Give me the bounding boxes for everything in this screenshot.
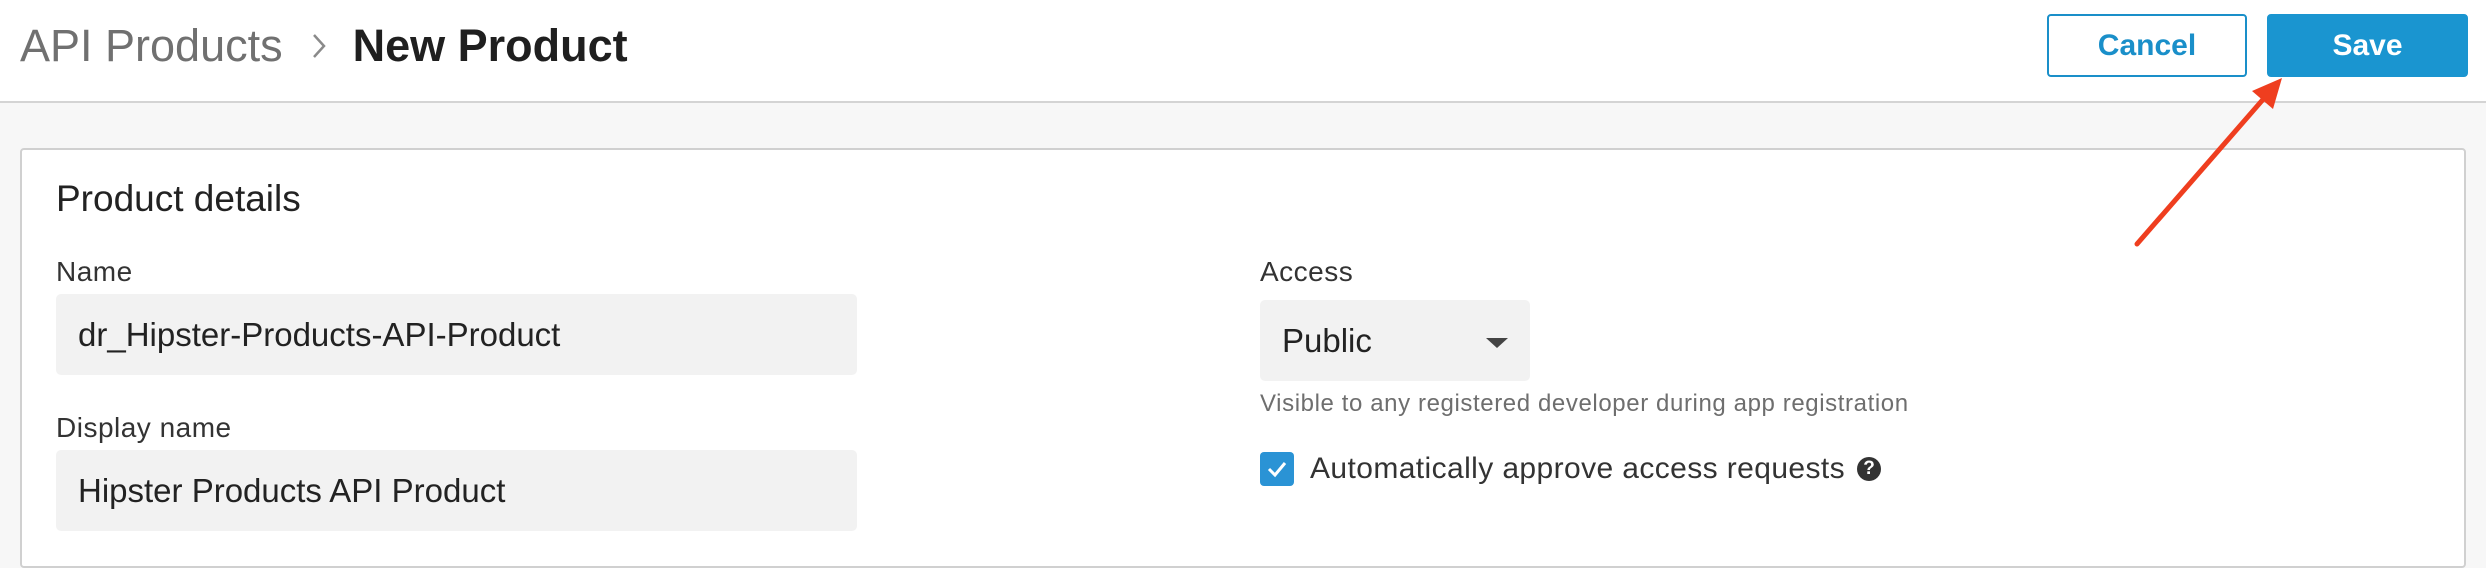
display-name-input[interactable]: Hipster Products API Product [56,450,857,531]
caret-down-icon [1486,338,1508,348]
page-header: API Products New Product Cancel Save [0,0,2486,103]
cancel-button[interactable]: Cancel [2047,14,2247,77]
section-title: Product details [56,178,301,219]
name-input[interactable]: dr_Hipster-Products-API-Product [56,294,857,375]
help-icon[interactable]: ? [1857,457,1882,481]
auto-approve-checkbox[interactable] [1260,452,1294,486]
page-title: New Product [352,20,628,71]
access-selected-value: Public [1282,321,1372,359]
chevron-right-icon [297,24,341,68]
display-name-label: Display name [56,412,232,443]
access-hint: Visible to any registered developer duri… [1260,390,1909,417]
product-details-card: Product details Name dr_Hipster-Products… [20,148,2466,568]
auto-approve-label: Automatically approve access requests [1310,452,1846,485]
access-label: Access [1260,256,1354,287]
auto-approve-row: Automatically approve access requests ? [1260,450,1882,488]
breadcrumb-api-products-link[interactable]: API Products [20,20,283,72]
name-label: Name [56,256,133,287]
checkmark-icon [1267,462,1287,478]
breadcrumb: API Products New Product [20,0,628,92]
access-select[interactable]: Public [1260,300,1530,381]
save-button[interactable]: Save [2267,14,2468,77]
